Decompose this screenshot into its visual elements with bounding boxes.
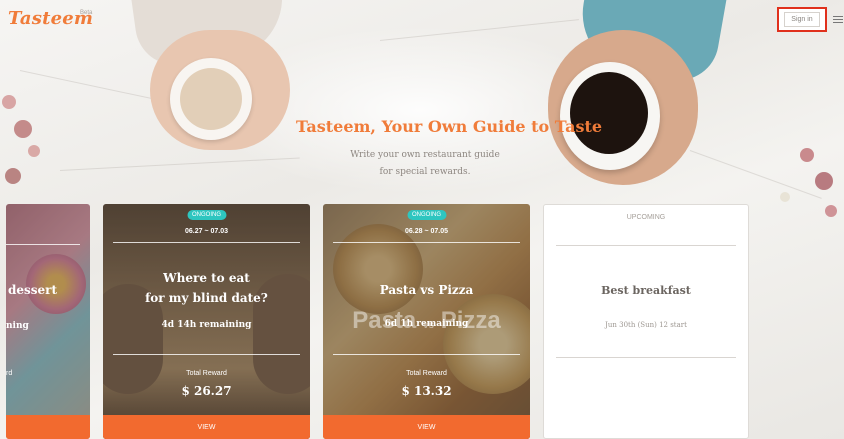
card-dates: 06.28 ~ 07.05 — [404, 228, 448, 235]
card-view-button[interactable]: VIEW — [103, 415, 310, 439]
hero-subtitle-line-2: for special rewards. — [379, 167, 471, 177]
black-coffee-cup-image — [560, 62, 660, 170]
hero-title: Tasteem, Your Own Guide to Taste — [296, 117, 603, 136]
card-dates: 06.27 ~ 07.03 — [184, 228, 228, 235]
status-badge: ONGOING — [186, 210, 227, 220]
card-divider — [333, 242, 520, 243]
card-title-line-2: for my blind date? — [145, 291, 268, 305]
beta-badge: Beta — [80, 10, 93, 16]
flower-decoration — [2, 95, 16, 109]
flower-decoration — [825, 205, 837, 217]
upcoming-label: UPCOMING — [626, 214, 666, 221]
card-remaining: 6d 1h remaining — [384, 319, 469, 329]
upcoming-start: Jun 30th (Sun) 12 start — [605, 321, 687, 329]
card-title: dessert — [8, 283, 58, 297]
sign-in-button[interactable]: Sign in — [784, 12, 820, 27]
card-reward-label: rd — [6, 370, 13, 377]
card-title-line-1: Where to eat — [163, 271, 250, 285]
upcoming-title: Best breakfast — [601, 284, 691, 297]
card-divider — [333, 354, 520, 355]
card-remaining: 4d 14h remaining — [161, 320, 252, 330]
card-divider — [556, 245, 736, 246]
card-divider — [113, 242, 300, 243]
flower-decoration — [800, 148, 814, 162]
card-title: Pasta vs Pizza — [379, 283, 474, 297]
card-reward-label: Total Reward — [406, 370, 447, 377]
latte-cup-image — [170, 58, 252, 140]
card-divider — [6, 244, 80, 245]
flower-decoration — [780, 192, 790, 202]
challenge-card-dessert[interactable]: dessert ning rd — [6, 204, 90, 439]
flower-decoration — [815, 172, 833, 190]
challenge-card-blind-date[interactable]: ONGOING 06.27 ~ 07.03 Where to eat for m… — [103, 204, 310, 439]
card-reward-label: Total Reward — [186, 370, 227, 377]
status-badge: ONGOING — [406, 210, 447, 220]
hero-subtitle-line-1: Write your own restaurant guide — [350, 150, 500, 160]
card-view-button[interactable]: VIEW — [323, 415, 530, 439]
flower-decoration — [5, 168, 21, 184]
card-remaining: ning — [6, 321, 29, 331]
card-reward: $ 13.32 — [401, 384, 452, 398]
card-reward: $ 26.27 — [181, 384, 232, 398]
card-divider — [556, 357, 736, 358]
card-divider — [113, 354, 300, 355]
menu-icon[interactable] — [833, 16, 843, 25]
sign-in-highlight[interactable]: Sign in — [777, 7, 827, 32]
flower-decoration — [28, 145, 40, 157]
flower-decoration — [14, 120, 32, 138]
card-view-button[interactable] — [6, 415, 90, 439]
challenge-card-pasta-vs-pizza[interactable]: Pasta vs Pizza ONGOING 06.28 ~ 07.05 Pas… — [323, 204, 530, 439]
upcoming-card[interactable]: UPCOMING Best breakfast Jun 30th (Sun) 1… — [543, 204, 749, 439]
hero-subtitle: Write your own restaurant guide for spec… — [330, 147, 520, 181]
